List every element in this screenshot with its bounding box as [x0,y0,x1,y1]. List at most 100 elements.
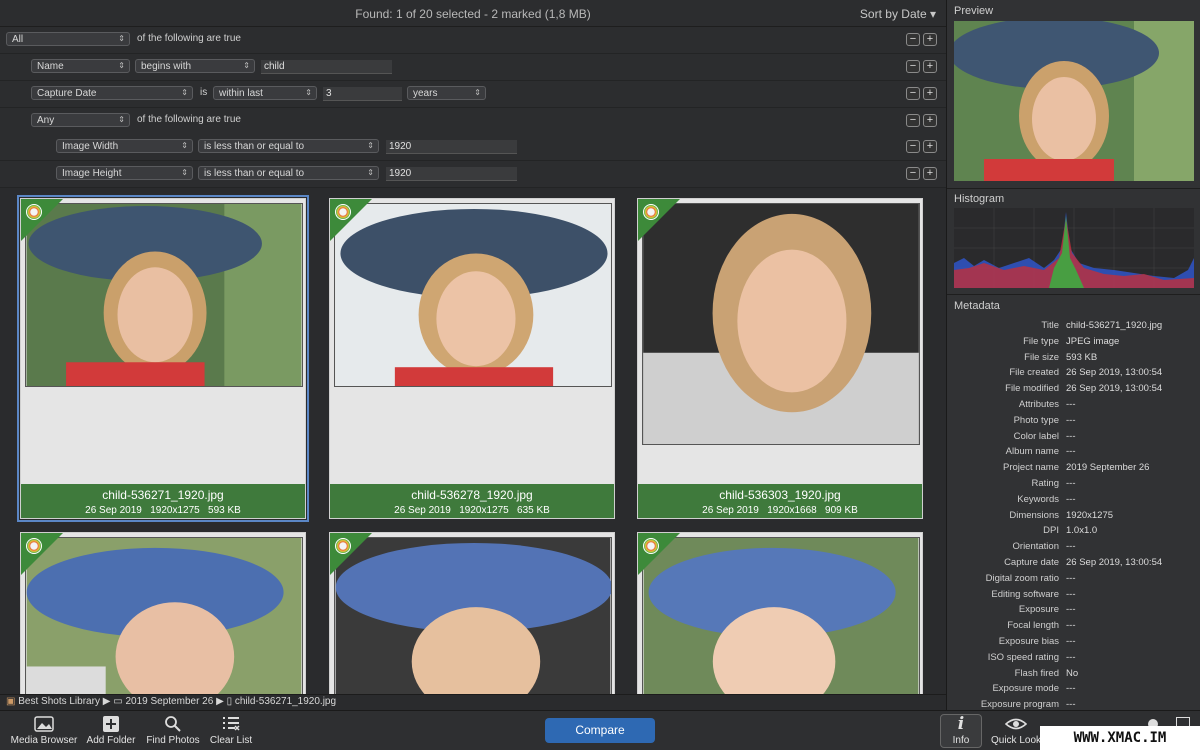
app-window: Found: 1 of 20 selected - 2 marked (1,8 … [0,0,1200,750]
remove-rule-button[interactable]: − [906,167,920,180]
path-folder[interactable]: 2019 September 26 [125,696,213,707]
folder-icon: ▭ [113,696,123,707]
name-value-input[interactable]: child [261,60,392,74]
photo-thumbnail [642,203,920,445]
add-folder-button[interactable]: Add Folder [84,715,138,746]
remove-rule-button[interactable]: − [906,87,920,100]
remove-rule-button[interactable]: − [906,33,920,46]
add-rule-button[interactable]: + [923,87,937,100]
find-photos-label: Find Photos [146,735,200,746]
add-rule-button[interactable]: + [923,167,937,180]
marked-badge [638,199,680,241]
metadata-key: File size [1024,351,1059,363]
date-value-input[interactable]: 3 [323,87,402,101]
filter-row-all: All ⇕ of the following are true − + [0,27,946,54]
path-file[interactable]: child-536271_1920.jpg [235,696,336,707]
photo-size: 909 KB [825,505,858,516]
add-folder-label: Add Folder [86,735,136,746]
remove-rule-button[interactable]: − [906,140,920,153]
photo-size: 635 KB [517,505,550,516]
divider [947,188,1200,189]
photo-card[interactable]: child-536303_1920.jpg 26 Sep 2019 1920x1… [637,198,923,519]
metadata-value: --- [1066,414,1076,426]
remove-rule-button[interactable]: − [906,60,920,73]
height-value-input[interactable]: 1920 [386,167,517,181]
quantifier-select-any[interactable]: Any ⇕ [31,113,130,127]
metadata-value: 1.0x1.0 [1066,525,1098,537]
add-rule-button[interactable]: + [923,60,937,73]
color-wheel-icon [643,538,659,554]
info-icon: i [957,714,965,734]
metadata-key: File modified [1005,383,1059,395]
photo-info: 26 Sep 2019 1920x1668 909 KB [638,505,922,516]
metadata-key: Exposure bias [998,635,1059,647]
photo-filename: child-536303_1920.jpg [719,488,841,502]
unit-select[interactable]: years ⇕ [407,86,486,100]
media-browser-button[interactable]: Media Browser [8,715,80,746]
clear-list-button[interactable]: Clear List [206,715,256,746]
field-select-width[interactable]: Image Width ⇕ [56,139,193,153]
width-value-input[interactable]: 1920 [386,140,517,154]
clear-list-label: Clear List [209,735,253,746]
metadata-key: Digital zoom ratio [985,572,1059,584]
photo-date: 26 Sep 2019 [85,505,142,516]
marked-badge [21,199,63,241]
metadata-row: Dimensions 1920x1275 [947,510,1200,526]
updown-icon: ⇕ [243,61,250,70]
filter-row-any: Any ⇕ of the following are true − + [0,108,946,135]
metadata-key: Title [1041,320,1059,331]
metadata-row: Flash fired No [947,668,1200,684]
metadata-value: --- [1066,651,1076,663]
add-rule-button[interactable]: + [923,140,937,153]
photo-date: 26 Sep 2019 [702,505,759,516]
updown-icon: ⇕ [181,88,188,97]
quantifier-select-all[interactable]: All ⇕ [6,32,130,46]
photo-card[interactable] [329,532,615,694]
file-icon: ▯ [226,696,233,707]
operator-select[interactable]: begins with ⇕ [135,59,255,73]
field-select-name[interactable]: Name ⇕ [31,59,130,73]
sort-dropdown[interactable]: Sort by Date ▾ [860,7,936,21]
remove-rule-button[interactable]: − [906,114,920,127]
compare-button[interactable]: Compare [545,718,655,743]
quick-look-button[interactable]: Quick Look [988,715,1044,746]
photo-caption: child-536271_1920.jpg 26 Sep 2019 1920x1… [21,484,305,518]
path-library[interactable]: Best Shots Library [18,696,100,707]
marked-badge [330,199,372,241]
add-folder-icon [103,716,119,732]
operator-select[interactable]: within last ⇕ [213,86,317,100]
main-area: Found: 1 of 20 selected - 2 marked (1,8 … [0,0,946,710]
field-select-height[interactable]: Image Height ⇕ [56,166,193,180]
metadata-key: Color label [1013,430,1059,442]
eye-icon [1005,718,1027,730]
metadata-key: ISO speed rating [987,651,1059,663]
operator-value: is less than or equal to [204,168,305,179]
photo-card[interactable]: child-536271_1920.jpg 26 Sep 2019 1920x1… [17,195,309,522]
photo-card[interactable]: child-536278_1920.jpg 26 Sep 2019 1920x1… [329,198,615,519]
add-rule-button[interactable]: + [923,114,937,127]
find-photos-button[interactable]: Find Photos [143,715,203,746]
operator-value: within last [219,88,263,99]
filter-row-height: Image Height ⇕ is less than or equal to ⇕ … [0,161,946,188]
metadata-row: Keywords --- [947,494,1200,510]
color-wheel-icon [643,204,659,220]
metadata-value: --- [1066,541,1076,553]
metadata-row: Exposure --- [947,604,1200,620]
photo-thumbnail [25,203,303,387]
metadata-key: Album name [1005,446,1059,458]
field-value: Capture Date [37,88,97,99]
metadata-row: DPI 1.0x1.0 [947,525,1200,541]
photo-card[interactable] [20,532,306,694]
metadata-value: --- [1066,477,1076,489]
operator-select[interactable]: is less than or equal to ⇕ [198,139,379,153]
photo-card[interactable] [637,532,923,694]
path-separator-icon: ▶ [102,696,111,707]
metadata-row: Album name --- [947,446,1200,462]
add-rule-button[interactable]: + [923,33,937,46]
metadata-value: 593 KB [1066,351,1098,363]
operator-select[interactable]: is less than or equal to ⇕ [198,166,379,180]
metadata-value: 26 Sep 2019, 13:00:54 [1066,367,1163,379]
info-button[interactable]: i Info [940,714,982,748]
preview-image [954,21,1194,181]
field-select-capture-date[interactable]: Capture Date ⇕ [31,86,193,100]
